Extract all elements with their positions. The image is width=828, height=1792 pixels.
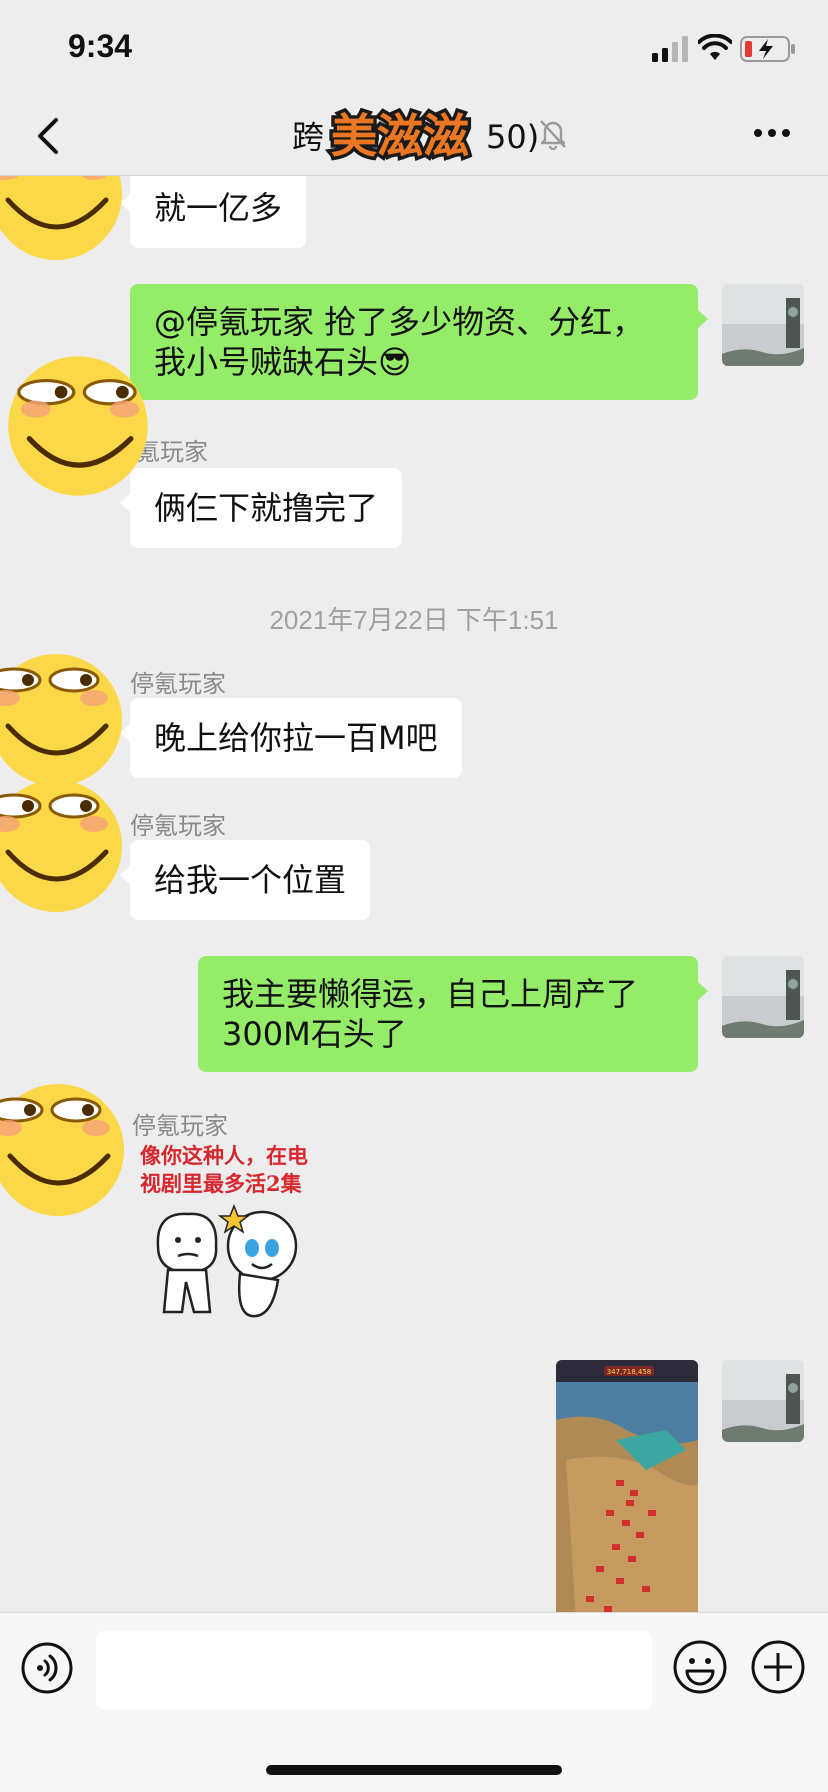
back-icon[interactable] — [30, 114, 70, 158]
cat-bear-sticker-drawing — [156, 1203, 298, 1318]
title-sticker-meizizi: 美滋滋 美滋滋 — [328, 106, 473, 167]
sender-name: 停氪玩家 — [132, 1112, 228, 1140]
input-bar — [0, 1612, 828, 1792]
status-bar: 9:34 — [0, 0, 828, 100]
self-avatar[interactable] — [722, 1360, 804, 1442]
meme-sticker[interactable]: 像你这种人，在电 视剧里最多活2集 — [138, 1142, 338, 1322]
sender-name: 停氪玩家 — [130, 670, 226, 698]
plus-more-icon[interactable] — [750, 1639, 806, 1695]
game-map-thumbnail: 347,718,458 — [556, 1360, 698, 1612]
avatar-foggy-landscape — [722, 956, 804, 1038]
smirk-emoji-avatar[interactable] — [0, 776, 126, 916]
mute-bell-icon — [540, 120, 566, 150]
message-bubble-outgoing[interactable]: 我主要懒得运，自己上周产了 300M石头了 — [198, 956, 708, 1072]
message-bubble-outgoing[interactable]: @停氪玩家 抢了多少物资、分红， 我小号贼缺石头😎 — [130, 284, 708, 400]
chat-title-suffix: 50) — [486, 118, 540, 156]
title-sticker-shadow: 美滋滋 — [331, 109, 469, 163]
sticker-caption: 像你这种人，在电 视剧里最多活2集 — [140, 1143, 308, 1196]
game-screenshot-image[interactable]: 347,718,458 — [556, 1360, 698, 1612]
status-time: 9:34 — [68, 28, 133, 64]
self-avatar[interactable] — [722, 956, 804, 1038]
smirk-emoji-avatar[interactable] — [0, 650, 126, 790]
smirk-emoji-avatar[interactable] — [0, 1080, 128, 1220]
game-resource-count: 347,718,458 — [607, 1368, 652, 1376]
cellular-signal-icon — [652, 36, 688, 62]
message-list[interactable]: 就一亿多 @停氪玩家 抢了多少物资、分红， 我小号贼缺石头😎 氪玩家 俩仨下就撸… — [0, 176, 828, 1612]
message-input[interactable] — [96, 1631, 652, 1709]
message-bubble-incoming[interactable]: 就一亿多 — [119, 176, 307, 248]
message-bubble-incoming[interactable]: 给我一个位置 — [119, 840, 371, 920]
more-icon[interactable] — [752, 126, 792, 140]
smirk-emoji-avatar[interactable] — [4, 352, 152, 500]
message-bubble-incoming[interactable]: 晚上给你拉一百M吧 — [120, 698, 462, 778]
wifi-icon — [698, 34, 732, 60]
sender-name: 停氪玩家 — [130, 812, 226, 840]
smirk-emoji-avatar[interactable] — [0, 176, 126, 264]
voice-input-icon[interactable] — [20, 1641, 74, 1695]
avatar-foggy-landscape — [722, 284, 804, 366]
self-avatar[interactable] — [722, 284, 804, 366]
timestamp-divider: 2021年7月22日 下午1:51 — [269, 605, 559, 635]
home-indicator — [266, 1765, 562, 1775]
message-bubble-incoming[interactable]: 俩仨下就撸完了 — [119, 468, 403, 548]
chat-header: 跨 50) 美滋滋 美滋滋 — [0, 100, 828, 176]
battery-low-charging-icon — [740, 36, 795, 62]
avatar-foggy-landscape — [722, 1360, 804, 1442]
emoji-picker-icon[interactable] — [672, 1639, 728, 1695]
